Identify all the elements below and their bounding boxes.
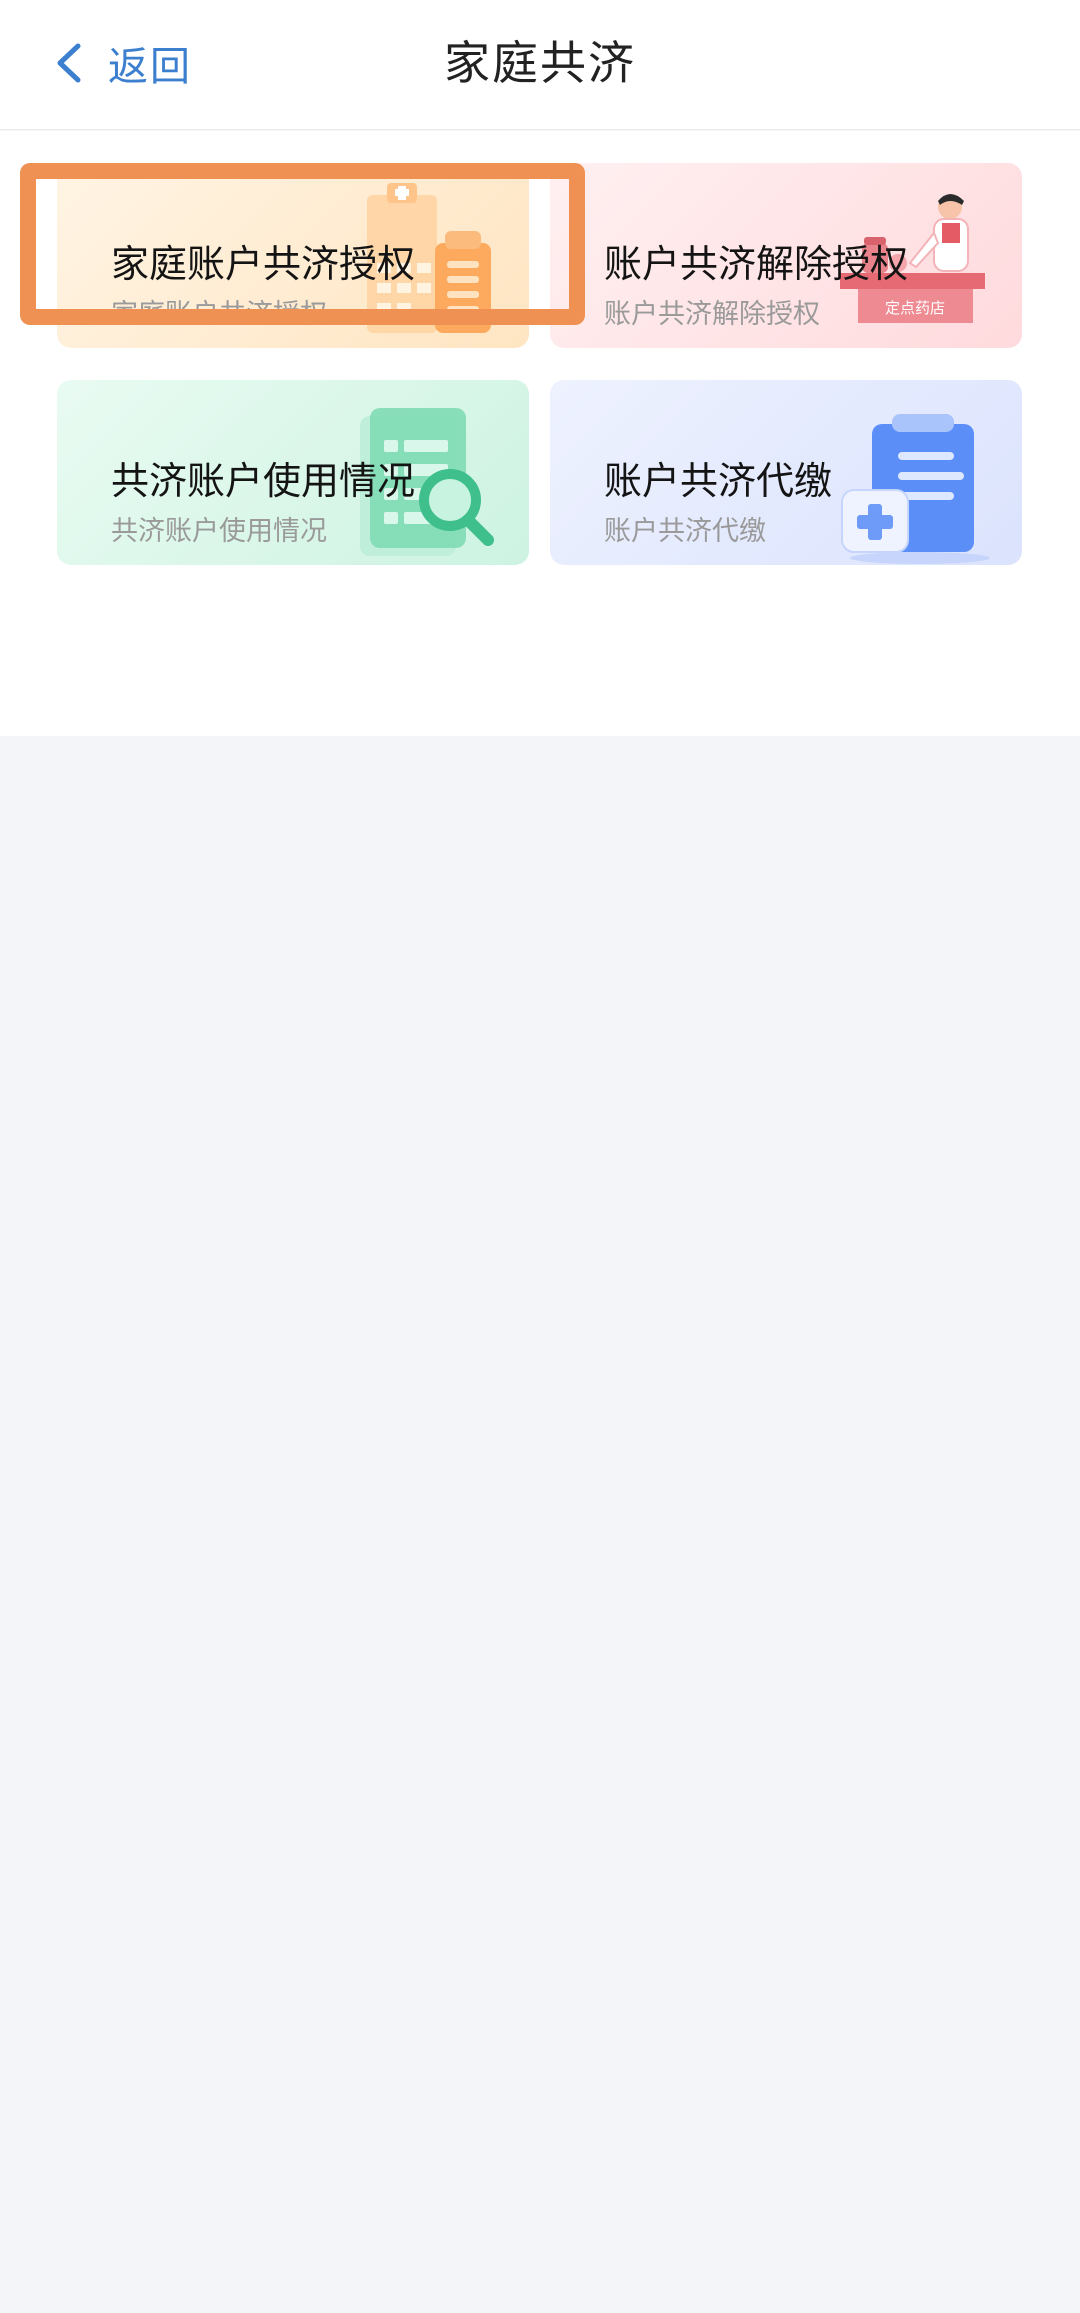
card-account-usage[interactable]: 共济账户使用情况 共济账户使用情况 [57, 380, 529, 565]
medical-clipboard-icon [841, 414, 990, 564]
top-navigation-bar: 返回 家庭共济 [0, 0, 1080, 130]
card-title: 家庭账户共济授权 [111, 242, 416, 286]
page-title: 家庭共济 [444, 36, 636, 90]
card-subtitle: 账户共济解除授权 [604, 299, 820, 330]
card-account-proxy-payment[interactable]: 账户共济代缴 账户共济代缴 [550, 380, 1022, 565]
card-cancel-authorization[interactable]: 定点药店 账户共济解除授权 账户共济解除授权 [550, 163, 1022, 348]
card-family-account-authorization[interactable]: 家庭账户共济授权 家庭账户共济授权 [57, 163, 529, 348]
card-subtitle: 家庭账户共济授权 [111, 299, 327, 330]
card-subtitle: 账户共济代缴 [604, 516, 766, 547]
pharmacy-sign-text: 定点药店 [885, 299, 945, 317]
card-title: 账户共济解除授权 [604, 242, 909, 286]
card-title: 共济账户使用情况 [111, 459, 416, 503]
card-subtitle: 共济账户使用情况 [111, 516, 327, 547]
card-title: 账户共济代缴 [604, 459, 833, 503]
